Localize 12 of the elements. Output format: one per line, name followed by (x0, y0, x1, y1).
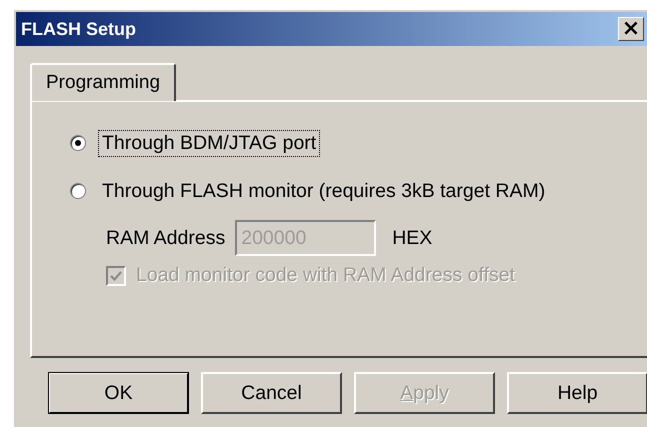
dialog-button[interactable]: OK (48, 372, 189, 414)
dialog-button[interactable]: Cancel (201, 372, 342, 414)
radio-button[interactable] (70, 183, 86, 199)
dialog-button[interactable]: Help (507, 372, 647, 414)
radio-button[interactable] (70, 135, 86, 151)
radio-label[interactable]: Through BDM/JTAG port (98, 130, 320, 156)
close-button[interactable]: × (618, 17, 644, 41)
tab[interactable]: Programming (30, 63, 176, 101)
window-title: FLASH Setup (21, 18, 136, 40)
unit-label: HEX (392, 226, 432, 250)
radio-label[interactable]: Through FLASH monitor (requires 3kB target RAM) (98, 178, 550, 204)
field-label: RAM Address (106, 226, 226, 250)
